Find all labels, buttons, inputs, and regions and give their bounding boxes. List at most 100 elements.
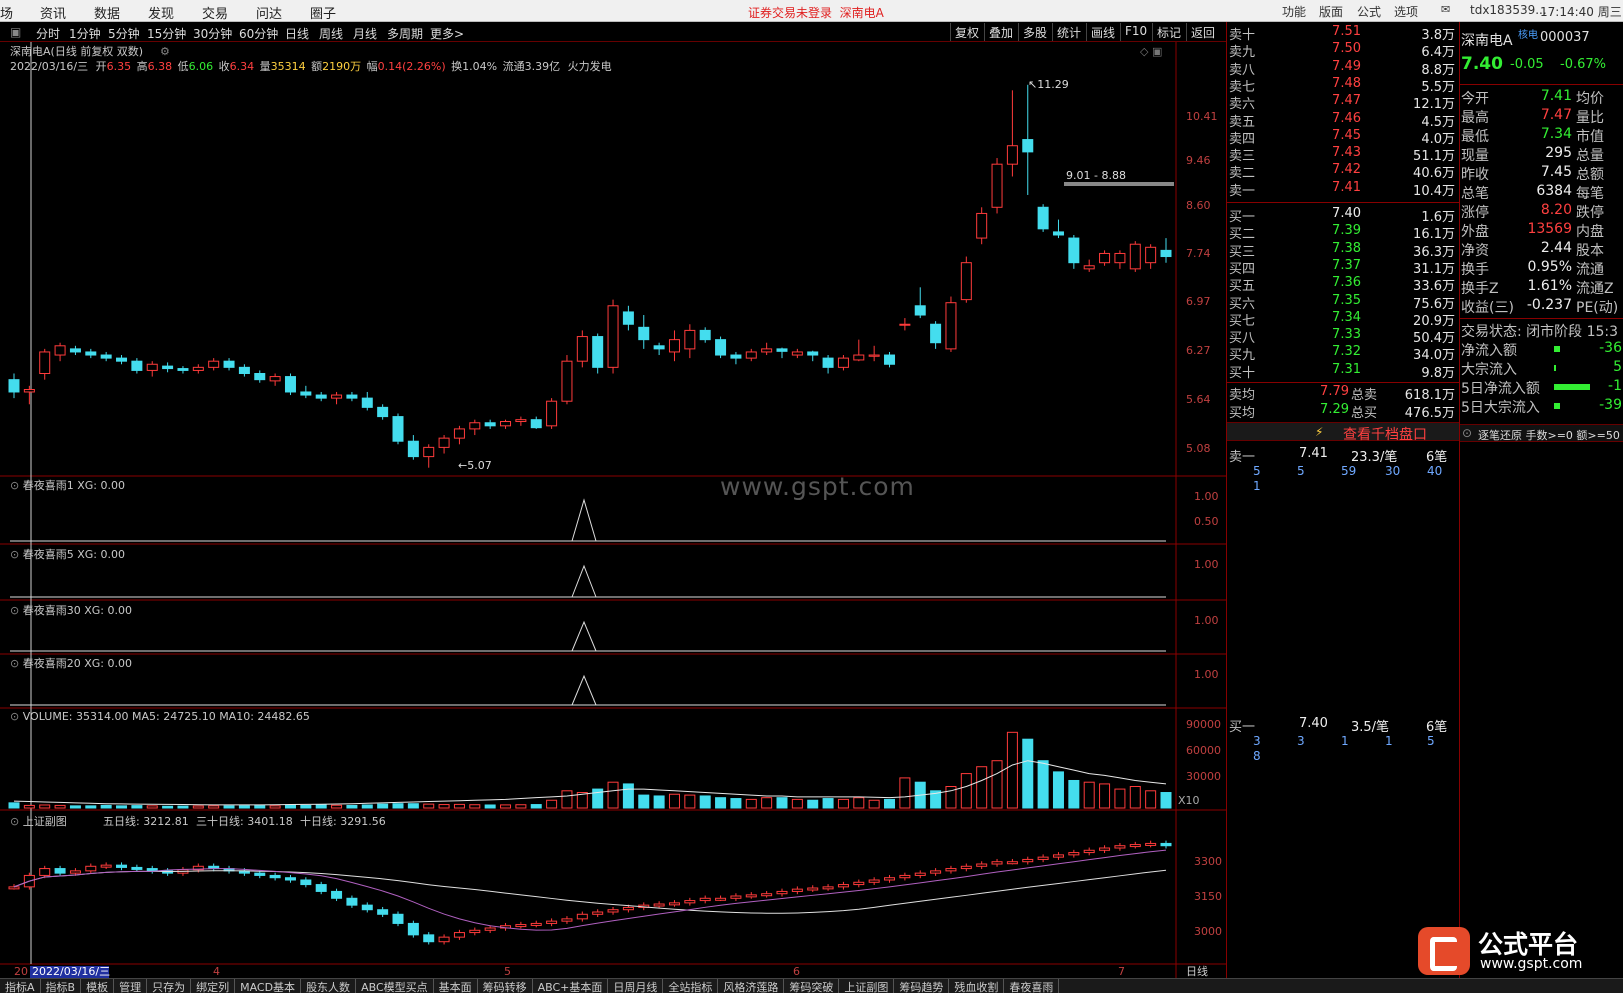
menu-item-data[interactable]: 数据 bbox=[94, 3, 120, 22]
ask-row[interactable]: 卖三 7.43 51.1万 bbox=[1227, 145, 1460, 164]
bottom-tab[interactable]: 筹码突破 bbox=[784, 979, 840, 993]
index-candle-body bbox=[745, 894, 757, 898]
menu-layout[interactable]: 版面 bbox=[1319, 3, 1343, 20]
bid-row[interactable]: 买四 7.37 31.1万 bbox=[1227, 258, 1460, 277]
bid-volume: 16.1万 bbox=[1413, 227, 1455, 243]
period-tab-monthly[interactable]: 月线 bbox=[353, 25, 377, 42]
candle-body bbox=[131, 360, 143, 371]
ask-label: 卖七 bbox=[1229, 79, 1256, 95]
index-candle-body bbox=[991, 861, 1003, 865]
bottom-tab[interactable]: 指标B bbox=[41, 979, 82, 993]
candle-body bbox=[1160, 249, 1172, 258]
ask-row[interactable]: 卖四 7.45 4.0万 bbox=[1227, 128, 1460, 147]
period-tab-15min[interactable]: 15分钟 bbox=[147, 25, 186, 42]
mail-icon[interactable]: ✉ bbox=[1441, 3, 1450, 16]
bottom-tab[interactable]: 模板 bbox=[81, 979, 115, 993]
statistics-button[interactable]: 统计 bbox=[1052, 23, 1085, 41]
ask-row[interactable]: 卖九 7.50 6.4万 bbox=[1227, 41, 1460, 60]
index-label: 上证副图 bbox=[23, 815, 67, 828]
menu-item-market[interactable]: 场 bbox=[0, 3, 13, 22]
panel-toggle-icon[interactable]: ▣ bbox=[10, 25, 21, 39]
menu-item-news[interactable]: 资讯 bbox=[40, 3, 66, 22]
overlay-button[interactable]: 叠加 bbox=[984, 23, 1017, 41]
bottom-tab[interactable]: 只存为 bbox=[147, 979, 192, 993]
ask-row[interactable]: 卖十 7.51 3.8万 bbox=[1227, 24, 1460, 43]
draw-line-button[interactable]: 画线 bbox=[1086, 23, 1119, 41]
info-tag[interactable]: 核电 bbox=[1518, 26, 1538, 41]
bottom-tab[interactable]: 上证副图 bbox=[839, 979, 895, 993]
bid-row[interactable]: 买五 7.36 33.6万 bbox=[1227, 275, 1460, 294]
queue-order: 3 bbox=[1297, 734, 1305, 748]
ask-row[interactable]: 卖一 7.41 10.4万 bbox=[1227, 180, 1460, 199]
bottom-tab[interactable]: MACD基本 bbox=[235, 979, 302, 993]
bottom-tab[interactable]: 全站指标 bbox=[663, 979, 719, 993]
flow-key: 5日净流入额 bbox=[1461, 381, 1540, 397]
menu-item-discover[interactable]: 发现 bbox=[148, 3, 174, 22]
trade-detail-header[interactable]: ⊙ 逐笔还原 手数>=0 额>=50 bbox=[1460, 424, 1623, 442]
period-tab-multi[interactable]: 多周期 bbox=[387, 25, 423, 42]
mark-button[interactable]: 标记 bbox=[1152, 23, 1185, 41]
login-status[interactable]: 证券交易未登录 深南电A bbox=[748, 4, 884, 21]
bottom-tab[interactable]: 绑定列 bbox=[191, 979, 236, 993]
back-button[interactable]: 返回 bbox=[1186, 23, 1219, 41]
period-tab-30min[interactable]: 30分钟 bbox=[193, 25, 232, 42]
menu-options[interactable]: 选项 bbox=[1394, 3, 1418, 20]
period-tab-5min[interactable]: 5分钟 bbox=[108, 25, 140, 42]
bid-row[interactable]: 买八 7.33 50.4万 bbox=[1227, 327, 1460, 346]
info-key2: PE(动) bbox=[1576, 300, 1619, 316]
period-tab-intraday[interactable]: 分时 bbox=[36, 25, 60, 42]
bid-row[interactable]: 买三 7.38 36.3万 bbox=[1227, 241, 1460, 260]
bottom-tab[interactable]: 股东人数 bbox=[301, 979, 357, 993]
menu-item-circle[interactable]: 圈子 bbox=[310, 3, 336, 22]
ask-row[interactable]: 卖五 7.46 4.5万 bbox=[1227, 111, 1460, 130]
bid-row[interactable]: 买七 7.34 20.9万 bbox=[1227, 310, 1460, 329]
ask-row[interactable]: 卖二 7.42 40.6万 bbox=[1227, 162, 1460, 181]
account-name[interactable]: tdx183539... bbox=[1470, 3, 1547, 17]
ask-row[interactable]: 卖七 7.48 5.5万 bbox=[1227, 76, 1460, 95]
bottom-tab[interactable]: ABC模型买点 bbox=[356, 979, 434, 993]
change-value: 0.14(2.26%) bbox=[378, 60, 446, 73]
bottom-tab[interactable]: ABC+基本面 bbox=[533, 979, 609, 993]
bottom-tab[interactable]: 筹码转移 bbox=[478, 979, 533, 993]
settings-gear-icon[interactable]: ⚙ bbox=[160, 45, 170, 58]
order-book-panel: 卖十 7.51 3.8万 卖九 7.50 6.4万 卖八 7.49 8.8万 卖七 7.48 5.5万… bbox=[1226, 22, 1460, 978]
bottom-tab[interactable]: 风格济莲路 bbox=[718, 979, 785, 993]
ask-row[interactable]: 卖六 7.47 12.1万 bbox=[1227, 93, 1460, 113]
view-depth-button[interactable]: ⚡ 查看千档盘口 bbox=[1227, 422, 1460, 443]
bottom-tab[interactable]: 指标A bbox=[0, 979, 41, 993]
kline-chart[interactable]: 深南电A(日线 前复权 双数) ⚙ 2022/03/16/三 开6.35 高6.… bbox=[0, 42, 1226, 978]
bottom-tab[interactable]: 残血收割 bbox=[949, 979, 1005, 993]
bid-row[interactable]: 买六 7.35 75.6万 bbox=[1227, 293, 1460, 312]
bottom-tab[interactable]: 日周月线 bbox=[608, 979, 664, 993]
menu-item-ask[interactable]: 问达 bbox=[256, 3, 282, 22]
bottom-tab[interactable]: 筹码趋势 bbox=[894, 979, 950, 993]
indicator-signal-peak bbox=[571, 674, 597, 706]
period-tab-more[interactable]: 更多> bbox=[430, 25, 464, 42]
bid-row[interactable]: 买九 7.32 34.0万 bbox=[1227, 344, 1460, 363]
bid-row[interactable]: 买二 7.39 16.1万 bbox=[1227, 223, 1460, 243]
bottom-tab[interactable]: 春夜喜雨 bbox=[1004, 979, 1060, 993]
period-tab-60min[interactable]: 60分钟 bbox=[239, 25, 278, 42]
bid-row[interactable]: 买一 7.40 1.6万 bbox=[1227, 206, 1460, 225]
menu-function[interactable]: 功能 bbox=[1282, 3, 1306, 20]
restore-rights-button[interactable]: 复权 bbox=[950, 23, 983, 41]
period-tab-weekly[interactable]: 周线 bbox=[319, 25, 343, 42]
index-candle-body bbox=[653, 903, 665, 907]
period-label[interactable]: 日线 bbox=[1186, 964, 1208, 978]
expand-icon[interactable]: ◇ ▣ bbox=[1140, 45, 1162, 58]
candle-body bbox=[899, 323, 911, 326]
queue-order: 1 bbox=[1385, 734, 1393, 748]
multi-stock-button[interactable]: 多股 bbox=[1018, 23, 1051, 41]
period-tab-1min[interactable]: 1分钟 bbox=[69, 25, 101, 42]
stock-title[interactable]: 深南电A(日线 前复权 双数) bbox=[10, 44, 143, 58]
bid-row[interactable]: 买十 7.31 9.8万 bbox=[1227, 362, 1460, 381]
bottom-tab[interactable]: 管理 bbox=[114, 979, 148, 993]
menu-formula[interactable]: 公式 bbox=[1357, 3, 1381, 20]
f10-button[interactable]: F10 bbox=[1120, 23, 1151, 41]
volume-bar bbox=[300, 804, 312, 809]
ask-row[interactable]: 卖八 7.49 8.8万 bbox=[1227, 59, 1460, 78]
bottom-tab[interactable]: 基本面 bbox=[434, 979, 478, 993]
period-tab-daily[interactable]: 日线 bbox=[285, 25, 309, 42]
ask-volume: 12.1万 bbox=[1413, 97, 1455, 113]
menu-item-trade[interactable]: 交易 bbox=[202, 3, 228, 22]
